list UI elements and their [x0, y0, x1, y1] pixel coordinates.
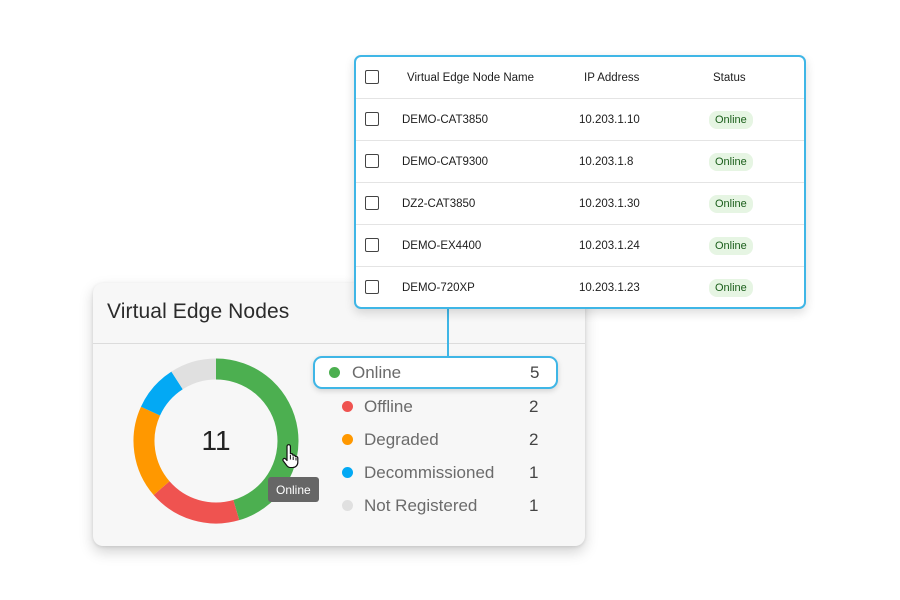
legend-item-not-registered[interactable]: Not Registered 1	[342, 489, 552, 522]
status-badge: Online	[709, 237, 753, 255]
legend-item-degraded[interactable]: Degraded 2	[342, 423, 552, 456]
status-dot-icon	[342, 467, 353, 478]
node-name: DEMO-CAT9300	[402, 156, 489, 168]
node-name: DEMO-CAT3850	[402, 114, 489, 126]
status-cell: Online	[709, 99, 753, 141]
node-name: DEMO-720XP	[402, 282, 475, 294]
status-badge: Online	[709, 111, 753, 129]
legend-count: 1	[529, 462, 539, 482]
status-dot-icon	[329, 367, 340, 378]
row-checkbox[interactable]	[365, 154, 379, 168]
status-cell: Online	[709, 225, 753, 267]
node-ip: 10.203.1.8	[579, 156, 634, 168]
row-checkbox[interactable]	[365, 280, 379, 294]
node-ip: 10.203.1.23	[579, 282, 640, 294]
row-checkbox[interactable]	[365, 196, 379, 210]
status-badge: Online	[709, 279, 753, 297]
table-row[interactable]: DEMO-720XP 10.203.1.23 Online	[356, 267, 804, 307]
node-ip: 10.203.1.10	[579, 114, 640, 126]
column-header-status[interactable]: Status	[713, 57, 746, 99]
row-checkbox[interactable]	[365, 112, 379, 126]
table-row[interactable]: DZ2-CAT3850 10.203.1.30 Online	[356, 183, 804, 225]
status-cell: Online	[709, 267, 753, 307]
chart-tooltip: Online	[268, 477, 319, 502]
hand-pointer-icon	[281, 444, 301, 469]
legend-item-offline[interactable]: Offline 2	[342, 390, 552, 423]
status-dot-icon	[342, 500, 353, 511]
status-badge: Online	[709, 153, 753, 171]
legend-count: 5	[530, 362, 540, 382]
legend-label: Offline	[364, 396, 413, 416]
node-name: DEMO-EX4400	[402, 240, 482, 252]
node-ip: 10.203.1.24	[579, 240, 640, 252]
status-dot-icon	[342, 434, 353, 445]
card-title: Virtual Edge Nodes	[107, 300, 290, 323]
column-header-ip[interactable]: IP Address	[584, 57, 639, 99]
edge-nodes-table: Virtual Edge Node Name IP Address Status…	[354, 55, 806, 309]
status-cell: Online	[709, 141, 753, 183]
table-row[interactable]: DEMO-CAT3850 10.203.1.10 Online	[356, 99, 804, 141]
legend-label: Online	[352, 362, 402, 382]
legend-label: Not Registered	[364, 495, 478, 515]
table-row[interactable]: DEMO-CAT9300 10.203.1.8 Online	[356, 141, 804, 183]
legend-count: 2	[529, 396, 539, 416]
connector-line	[447, 308, 449, 356]
table-header-row: Virtual Edge Node Name IP Address Status	[356, 57, 804, 99]
table-row[interactable]: DEMO-EX4400 10.203.1.24 Online	[356, 225, 804, 267]
legend-count: 2	[529, 429, 539, 449]
node-name: DZ2-CAT3850	[402, 198, 476, 210]
legend-count: 1	[529, 495, 539, 515]
row-checkbox[interactable]	[365, 238, 379, 252]
status-cell: Online	[709, 183, 753, 225]
legend-label: Degraded	[364, 429, 439, 449]
status-dot-icon	[342, 401, 353, 412]
legend-item-decommissioned[interactable]: Decommissioned 1	[342, 456, 552, 489]
column-header-name[interactable]: Virtual Edge Node Name	[407, 57, 534, 99]
node-ip: 10.203.1.30	[579, 198, 640, 210]
card-divider	[93, 343, 585, 344]
select-all-checkbox[interactable]	[365, 70, 379, 84]
legend-label: Decommissioned	[364, 462, 495, 482]
status-badge: Online	[709, 195, 753, 213]
legend-item-online[interactable]: Online 5	[313, 356, 558, 389]
